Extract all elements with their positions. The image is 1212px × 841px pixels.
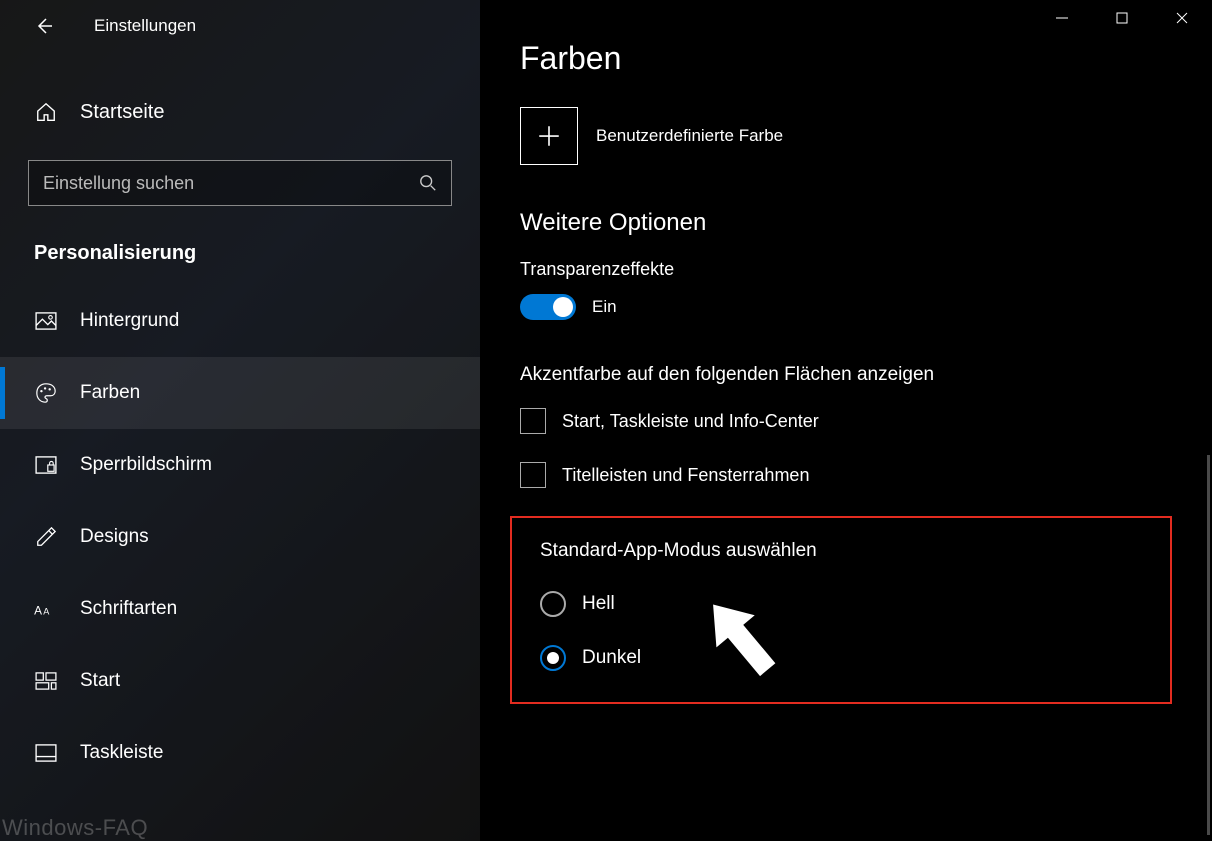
checkbox-label: Start, Taskleiste und Info-Center xyxy=(562,411,819,432)
maximize-button[interactable] xyxy=(1092,0,1152,36)
header-row: Einstellungen xyxy=(0,0,480,52)
sidebar-item-background[interactable]: Hintergrund xyxy=(0,285,480,357)
home-label: Startseite xyxy=(80,101,164,124)
sidebar-item-label: Farben xyxy=(80,382,140,404)
checkbox-icon xyxy=(520,462,546,488)
accent-checkbox-start[interactable]: Start, Taskleiste und Info-Center xyxy=(520,408,1212,434)
taskbar-icon xyxy=(34,744,58,762)
page-title: Farben xyxy=(520,40,1212,77)
arrow-annotation-icon xyxy=(682,584,802,694)
search-input[interactable] xyxy=(43,173,409,194)
radio-icon xyxy=(540,591,566,617)
plus-icon xyxy=(520,107,578,165)
checkbox-label: Titelleisten und Fensterrahmen xyxy=(562,465,809,486)
transparency-toggle[interactable] xyxy=(520,294,576,320)
transparency-label: Transparenzeffekte xyxy=(520,259,1212,280)
svg-text:A: A xyxy=(34,603,42,617)
sidebar-item-themes[interactable]: Designs xyxy=(0,501,480,573)
main-content: Farben Benutzerdefinierte Farbe Weitere … xyxy=(480,0,1212,841)
sidebar-item-fonts[interactable]: AA Schriftarten xyxy=(0,573,480,645)
custom-color-label: Benutzerdefinierte Farbe xyxy=(596,126,783,146)
transparency-toggle-row: Ein xyxy=(520,294,1212,320)
app-mode-radio-light[interactable]: Hell xyxy=(540,584,1152,624)
search-icon xyxy=(419,174,437,192)
sidebar-item-lockscreen[interactable]: Sperrbildschirm xyxy=(0,429,480,501)
sidebar-item-label: Hintergrund xyxy=(80,310,179,332)
search-box[interactable] xyxy=(28,160,452,206)
lockscreen-icon xyxy=(34,456,58,474)
sidebar-item-label: Schriftarten xyxy=(80,598,177,620)
more-options-heading: Weitere Optionen xyxy=(520,209,1212,237)
sidebar-item-colors[interactable]: Farben xyxy=(0,357,480,429)
sidebar-item-start[interactable]: Start xyxy=(0,645,480,717)
category-title: Personalisierung xyxy=(34,242,480,265)
app-title: Einstellungen xyxy=(94,16,196,36)
home-icon xyxy=(34,101,58,123)
accent-checkbox-titlebars[interactable]: Titelleisten und Fensterrahmen xyxy=(520,462,1212,488)
sidebar-item-label: Designs xyxy=(80,526,149,548)
toggle-state-label: Ein xyxy=(592,297,617,317)
sidebar-item-taskbar[interactable]: Taskleiste xyxy=(0,717,480,789)
sidebar-item-label: Taskleiste xyxy=(80,742,163,764)
settings-window: Einstellungen Startseite Personalisierun… xyxy=(0,0,1212,841)
back-arrow-icon xyxy=(34,16,54,36)
palette-icon xyxy=(34,382,58,404)
font-icon: AA xyxy=(34,599,58,619)
svg-text:A: A xyxy=(43,606,50,616)
picture-icon xyxy=(34,312,58,330)
watermark: Windows-FAQ xyxy=(2,815,148,841)
radio-label: Hell xyxy=(582,593,615,615)
radio-icon xyxy=(540,645,566,671)
scrollbar[interactable] xyxy=(1207,455,1210,835)
sidebar-item-label: Sperrbildschirm xyxy=(80,454,212,476)
checkbox-icon xyxy=(520,408,546,434)
start-tiles-icon xyxy=(34,672,58,690)
app-mode-heading: Standard-App-Modus auswählen xyxy=(540,540,1152,562)
sidebar-home[interactable]: Startseite xyxy=(0,82,480,142)
custom-color-button[interactable]: Benutzerdefinierte Farbe xyxy=(520,107,1212,165)
sidebar: Einstellungen Startseite Personalisierun… xyxy=(0,0,480,841)
sidebar-item-label: Start xyxy=(80,670,120,692)
window-controls xyxy=(1032,0,1212,36)
app-mode-radio-dark[interactable]: Dunkel xyxy=(540,638,1152,678)
highlight-annotation: Standard-App-Modus auswählen Hell Dunkel xyxy=(510,516,1172,704)
back-button[interactable] xyxy=(34,16,66,36)
brush-icon xyxy=(34,526,58,548)
minimize-button[interactable] xyxy=(1032,0,1092,36)
close-button[interactable] xyxy=(1152,0,1212,36)
toggle-knob xyxy=(553,297,573,317)
radio-label: Dunkel xyxy=(582,647,641,669)
accent-surfaces-heading: Akzentfarbe auf den folgenden Flächen an… xyxy=(520,364,1212,386)
sidebar-nav: Hintergrund Farben Sperrbildschirm Desig… xyxy=(0,285,480,789)
